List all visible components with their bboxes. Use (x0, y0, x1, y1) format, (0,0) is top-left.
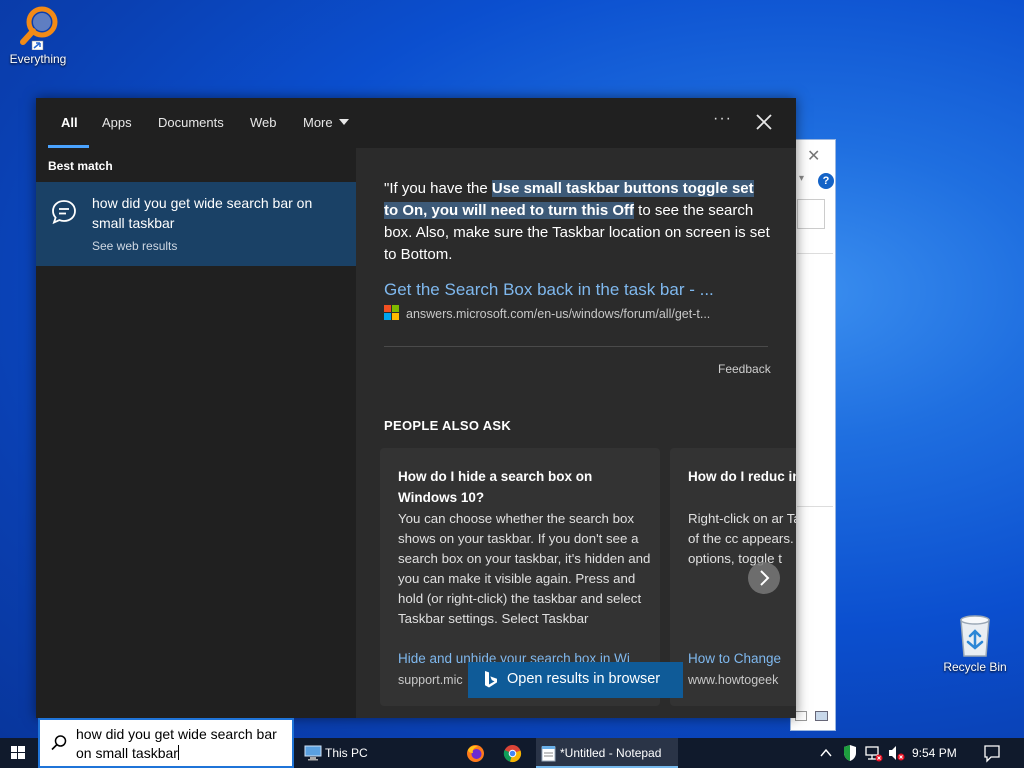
preview-pane: "If you have the Use small taskbar butto… (356, 148, 796, 718)
large-icons-view-icon[interactable] (815, 711, 828, 721)
microsoft-logo-icon (384, 305, 400, 321)
caret-down-icon (338, 119, 349, 125)
recycle-bin-icon (960, 615, 990, 657)
source-url: answers.microsoft.com/en-us/windows/foru… (384, 305, 774, 321)
card-question: How do I hide a search box on Windows 10… (398, 469, 593, 505)
chrome-icon[interactable] (503, 744, 522, 763)
card-answer: Right-click on ar Taskbar. Click “Ta bot… (688, 511, 796, 566)
background-window[interactable]: ✕ ▾ ? (790, 139, 836, 731)
everything-label: Everything (9, 52, 67, 66)
divider (797, 506, 833, 507)
tab-apps[interactable]: Apps (102, 115, 132, 130)
feedback-link[interactable]: Feedback (718, 362, 771, 376)
open-results-label: Open results in browser (507, 671, 661, 687)
next-card-button[interactable] (748, 562, 780, 594)
taskbar-clock[interactable]: 9:54 PM (912, 746, 957, 760)
chevron-up-icon[interactable] (818, 738, 834, 768)
recycle-bin-label: Recycle Bin (943, 660, 1007, 674)
start-button[interactable] (0, 738, 36, 768)
open-results-in-browser-button[interactable]: Open results in browser (468, 662, 683, 698)
source-link[interactable]: Get the Search Box back in the task bar … (384, 280, 770, 300)
best-match-result[interactable]: how did you get wide search bar on small… (36, 182, 356, 266)
magnifier-app-icon (20, 6, 58, 50)
card-question: How do I reduc in Windows 10? (688, 469, 796, 484)
tab-all[interactable]: All (61, 115, 78, 130)
search-query: how did you get wide search bar on small… (76, 726, 277, 761)
text-cursor (177, 745, 179, 760)
snippet-before: "If you have the (384, 180, 492, 197)
volume-muted-icon[interactable] (887, 738, 907, 768)
divider (384, 346, 768, 347)
card-link[interactable]: How to Change (688, 651, 781, 666)
text-field[interactable] (797, 199, 825, 229)
search-icon (51, 735, 67, 751)
help-icon[interactable]: ? (818, 173, 834, 189)
notepad-icon (541, 746, 556, 762)
network-icon[interactable] (864, 738, 884, 768)
card-domain: support.mic (398, 673, 463, 687)
best-match-subtitle: See web results (92, 239, 178, 253)
source-url-text: answers.microsoft.com/en-us/windows/foru… (406, 307, 711, 321)
search-panel: All Apps Documents Web More ··· Best mat… (36, 98, 796, 718)
best-match-title: how did you get wide search bar on small… (92, 195, 313, 231)
close-icon[interactable]: ✕ (807, 146, 820, 166)
tab-web[interactable]: Web (250, 115, 277, 130)
notepad-label: *Untitled - Notepad (560, 746, 662, 760)
desktop-icon-recycle-bin[interactable]: Recycle Bin (937, 612, 1013, 674)
people-also-ask-heading: PEOPLE ALSO ASK (384, 418, 512, 433)
close-icon[interactable] (752, 110, 776, 134)
action-center-icon[interactable] (982, 738, 1002, 768)
firefox-icon[interactable] (466, 744, 485, 763)
bing-logo-icon (485, 671, 497, 688)
taskbar-item-notepad[interactable]: *Untitled - Notepad (536, 738, 678, 768)
card-domain: www.howtogeek (688, 673, 779, 687)
search-tabs: All Apps Documents Web More ··· (36, 98, 796, 148)
chat-bubble-icon (52, 200, 76, 225)
chevron-right-icon (760, 570, 770, 586)
taskbar-item-this-pc[interactable]: This PC (300, 738, 380, 768)
tab-more-label: More (303, 115, 333, 130)
divider (797, 253, 833, 254)
search-query-text[interactable]: how did you get wide search bar on small… (76, 725, 286, 763)
answer-snippet: "If you have the Use small taskbar butto… (384, 178, 770, 266)
defender-shield-icon[interactable] (842, 738, 858, 768)
card-answer: You can choose whether the search box sh… (398, 511, 651, 626)
windows-logo-icon (11, 746, 25, 759)
results-list: Best match how did you get wide search b… (36, 148, 356, 718)
tab-more[interactable]: More (303, 115, 349, 130)
this-pc-label: This PC (325, 746, 368, 760)
chevron-down-icon[interactable]: ▾ (799, 173, 804, 184)
details-view-icon[interactable] (795, 711, 807, 721)
computer-icon (304, 745, 322, 761)
desktop-icon-everything[interactable]: Everything (0, 6, 76, 66)
taskbar-search-input[interactable]: how did you get wide search bar on small… (38, 718, 294, 768)
best-match-heading: Best match (48, 159, 113, 173)
more-options-icon[interactable]: ··· (713, 110, 732, 128)
tab-documents[interactable]: Documents (158, 115, 224, 130)
